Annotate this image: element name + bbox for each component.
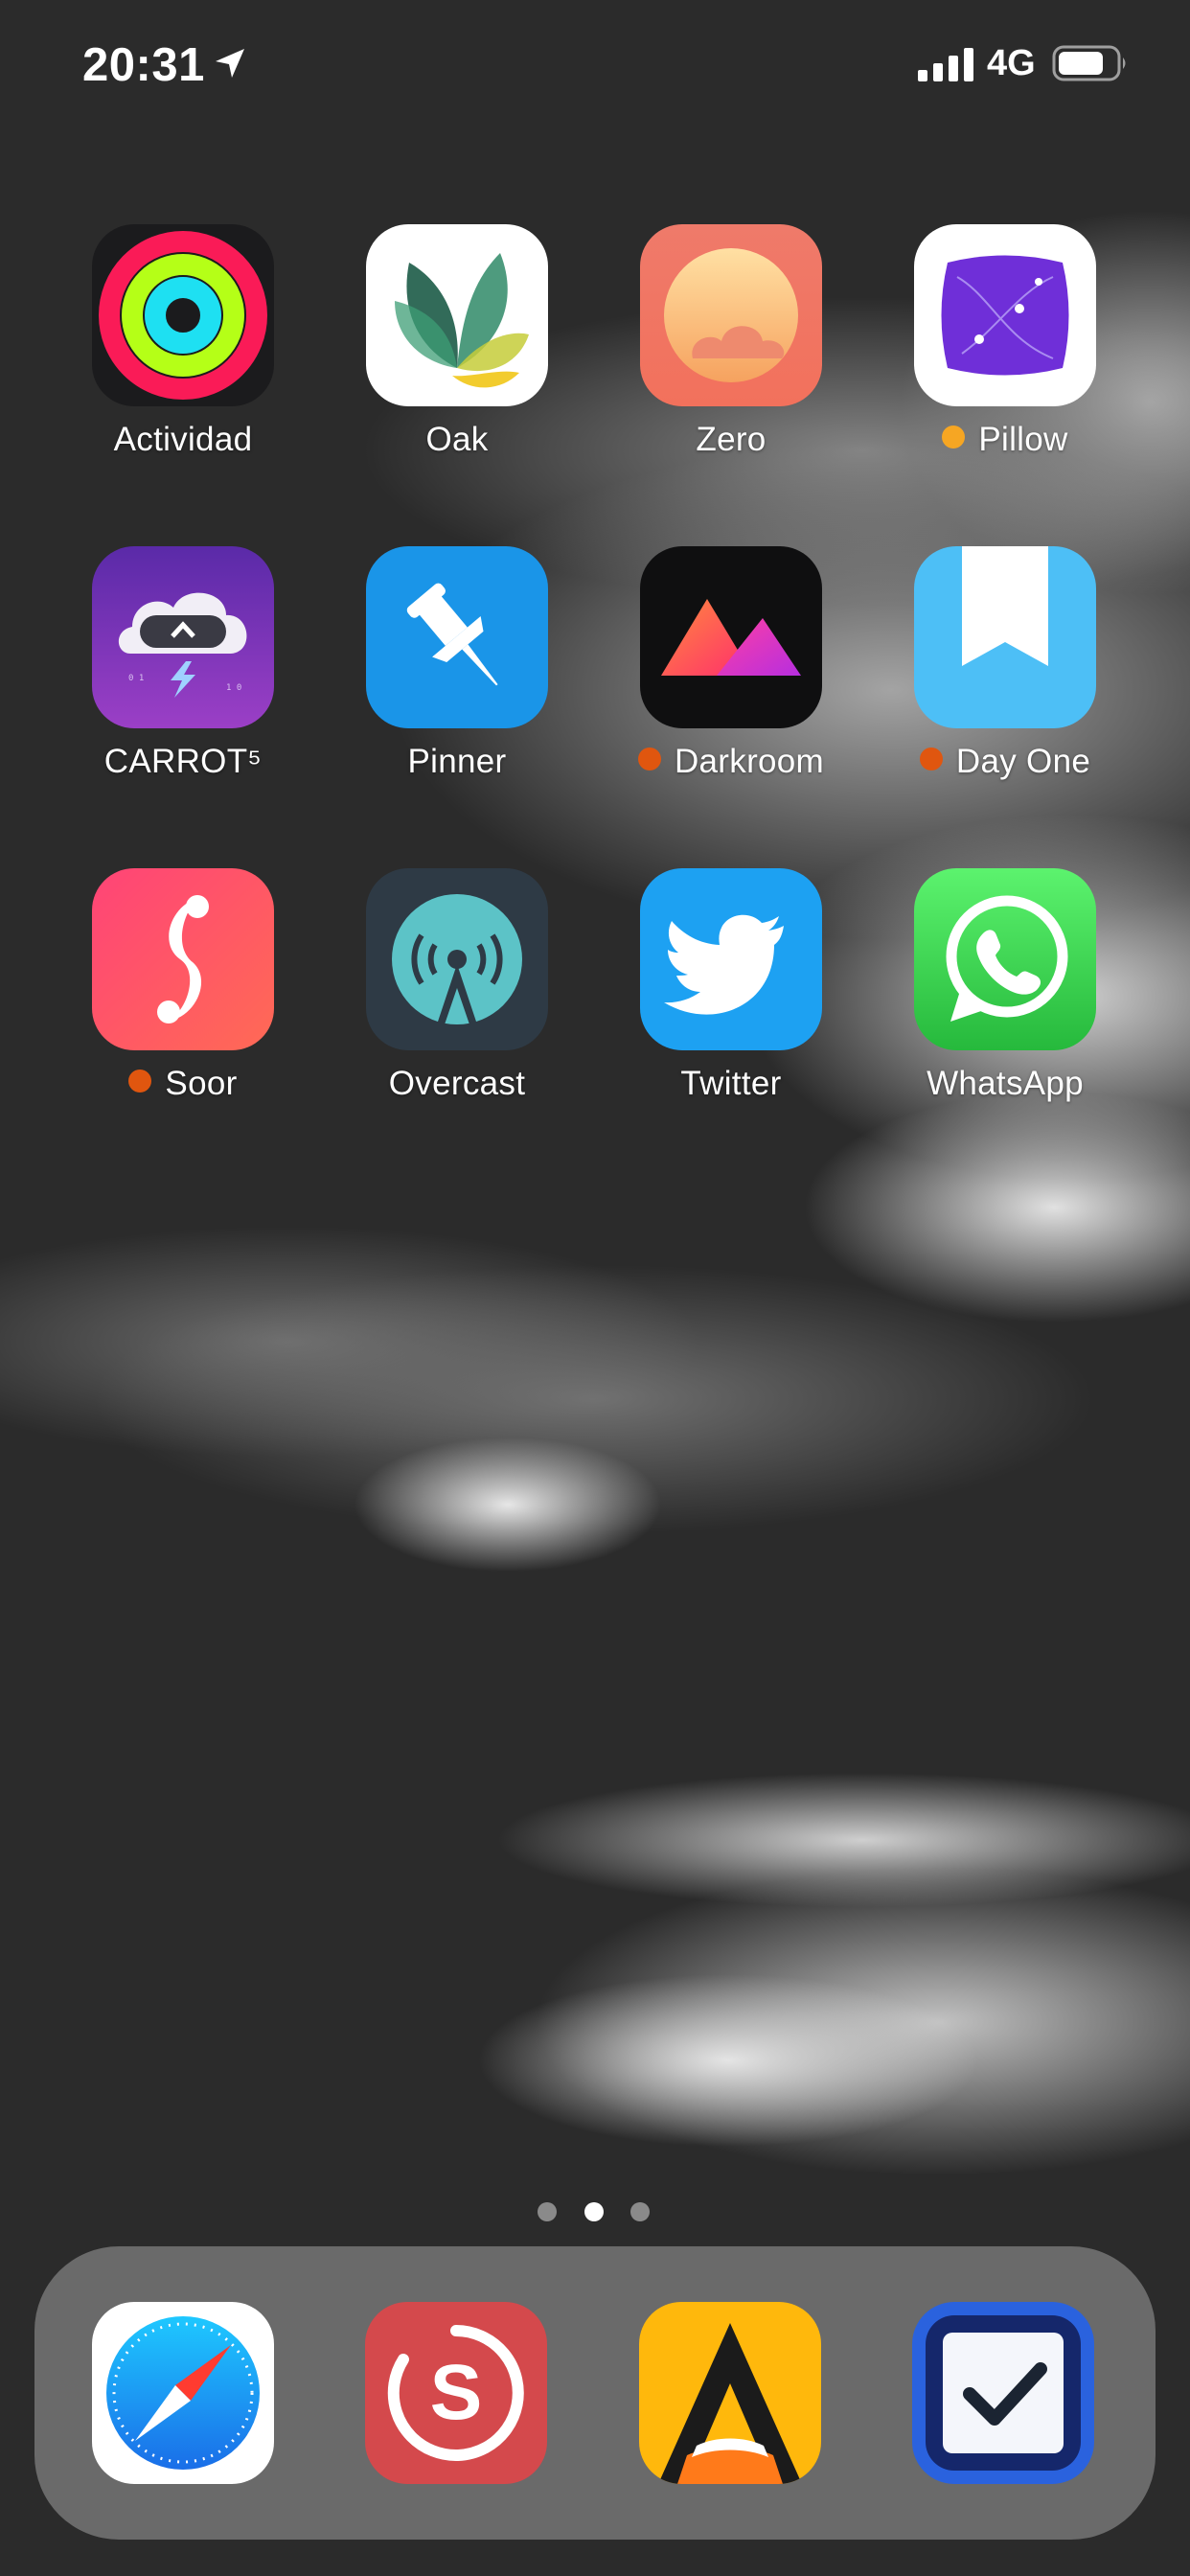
- app-label: Oak: [425, 421, 489, 458]
- bookmark-icon[interactable]: [914, 546, 1096, 728]
- page-dot-1[interactable]: [538, 2202, 557, 2221]
- twitter-bird-icon[interactable]: [640, 868, 822, 1050]
- activity-rings-icon[interactable]: [92, 224, 274, 406]
- cellular-signal-icon: [918, 48, 973, 81]
- ulysses-butterfly-icon[interactable]: [639, 2302, 821, 2484]
- dock-app-streaks[interactable]: S: [319, 2246, 593, 2505]
- location-arrow-icon: [216, 49, 244, 78]
- dock-app-ulysses[interactable]: [593, 2246, 867, 2505]
- pushpin-icon[interactable]: [366, 546, 548, 728]
- app-pillow[interactable]: Pillow: [868, 224, 1142, 483]
- whatsapp-phone-icon[interactable]: [914, 868, 1096, 1050]
- app-label: Pillow: [868, 421, 1142, 459]
- status-bar: 20:31 4G: [0, 0, 1190, 125]
- app-label: Actividad: [113, 421, 253, 458]
- new-update-dot: [637, 748, 661, 770]
- app-label: Darkroom: [594, 743, 868, 781]
- zero-sunrise-icon[interactable]: [640, 224, 822, 406]
- app-label: Soor: [46, 1065, 320, 1103]
- new-update-dot: [919, 748, 943, 770]
- network-type-label: 4G: [987, 43, 1036, 83]
- new-update-dot: [128, 1070, 152, 1092]
- soor-s-icon[interactable]: [92, 868, 274, 1050]
- svg-text:S: S: [430, 2349, 483, 2436]
- status-time: 20:31: [82, 39, 205, 91]
- app-day-one[interactable]: Day One: [868, 546, 1142, 805]
- app-label: Zero: [696, 421, 767, 458]
- app-darkroom[interactable]: Darkroom: [594, 546, 868, 805]
- app-carrot[interactable]: 0 1 1 0 CARROT⁵: [46, 546, 320, 805]
- oak-leaves-icon[interactable]: [366, 224, 548, 406]
- app-label: Overcast: [388, 1065, 526, 1102]
- darkroom-mountains-icon[interactable]: [640, 546, 822, 728]
- page-dot-2[interactable]: [584, 2202, 604, 2221]
- app-label: WhatsApp: [927, 1065, 1084, 1102]
- app-label: Twitter: [680, 1065, 782, 1102]
- app-pinner[interactable]: Pinner: [320, 546, 594, 805]
- app-label: CARROT⁵: [103, 743, 263, 780]
- app-zero[interactable]: Zero: [594, 224, 868, 483]
- safari-compass-icon[interactable]: [92, 2302, 274, 2484]
- app-actividad[interactable]: Actividad: [46, 224, 320, 483]
- podcast-tower-icon[interactable]: [366, 868, 548, 1050]
- battery-icon: [1052, 45, 1126, 81]
- page-dot-3[interactable]: [630, 2202, 650, 2221]
- dock-app-omnifocus[interactable]: [866, 2246, 1140, 2505]
- carrot-weather-cloud-icon[interactable]: 0 1 1 0: [92, 546, 274, 728]
- omnifocus-checkbox-icon[interactable]: [912, 2302, 1094, 2484]
- app-soor[interactable]: Soor: [46, 868, 320, 1127]
- streaks-s-icon[interactable]: S: [365, 2302, 547, 2484]
- app-twitter[interactable]: Twitter: [594, 868, 868, 1127]
- app-label: Pinner: [407, 743, 507, 780]
- pillow-icon[interactable]: [914, 224, 1096, 406]
- svg-text:0 1: 0 1: [128, 674, 144, 683]
- dock-app-safari[interactable]: [46, 2246, 320, 2505]
- svg-text:1 0: 1 0: [226, 683, 241, 693]
- page-indicator[interactable]: [0, 2202, 1190, 2225]
- dock: S: [34, 2246, 1156, 2540]
- new-update-dot: [942, 426, 966, 448]
- app-overcast[interactable]: Overcast: [320, 868, 594, 1127]
- app-label: Day One: [868, 743, 1142, 781]
- app-oak[interactable]: Oak: [320, 224, 594, 483]
- app-whatsapp[interactable]: WhatsApp: [868, 868, 1142, 1127]
